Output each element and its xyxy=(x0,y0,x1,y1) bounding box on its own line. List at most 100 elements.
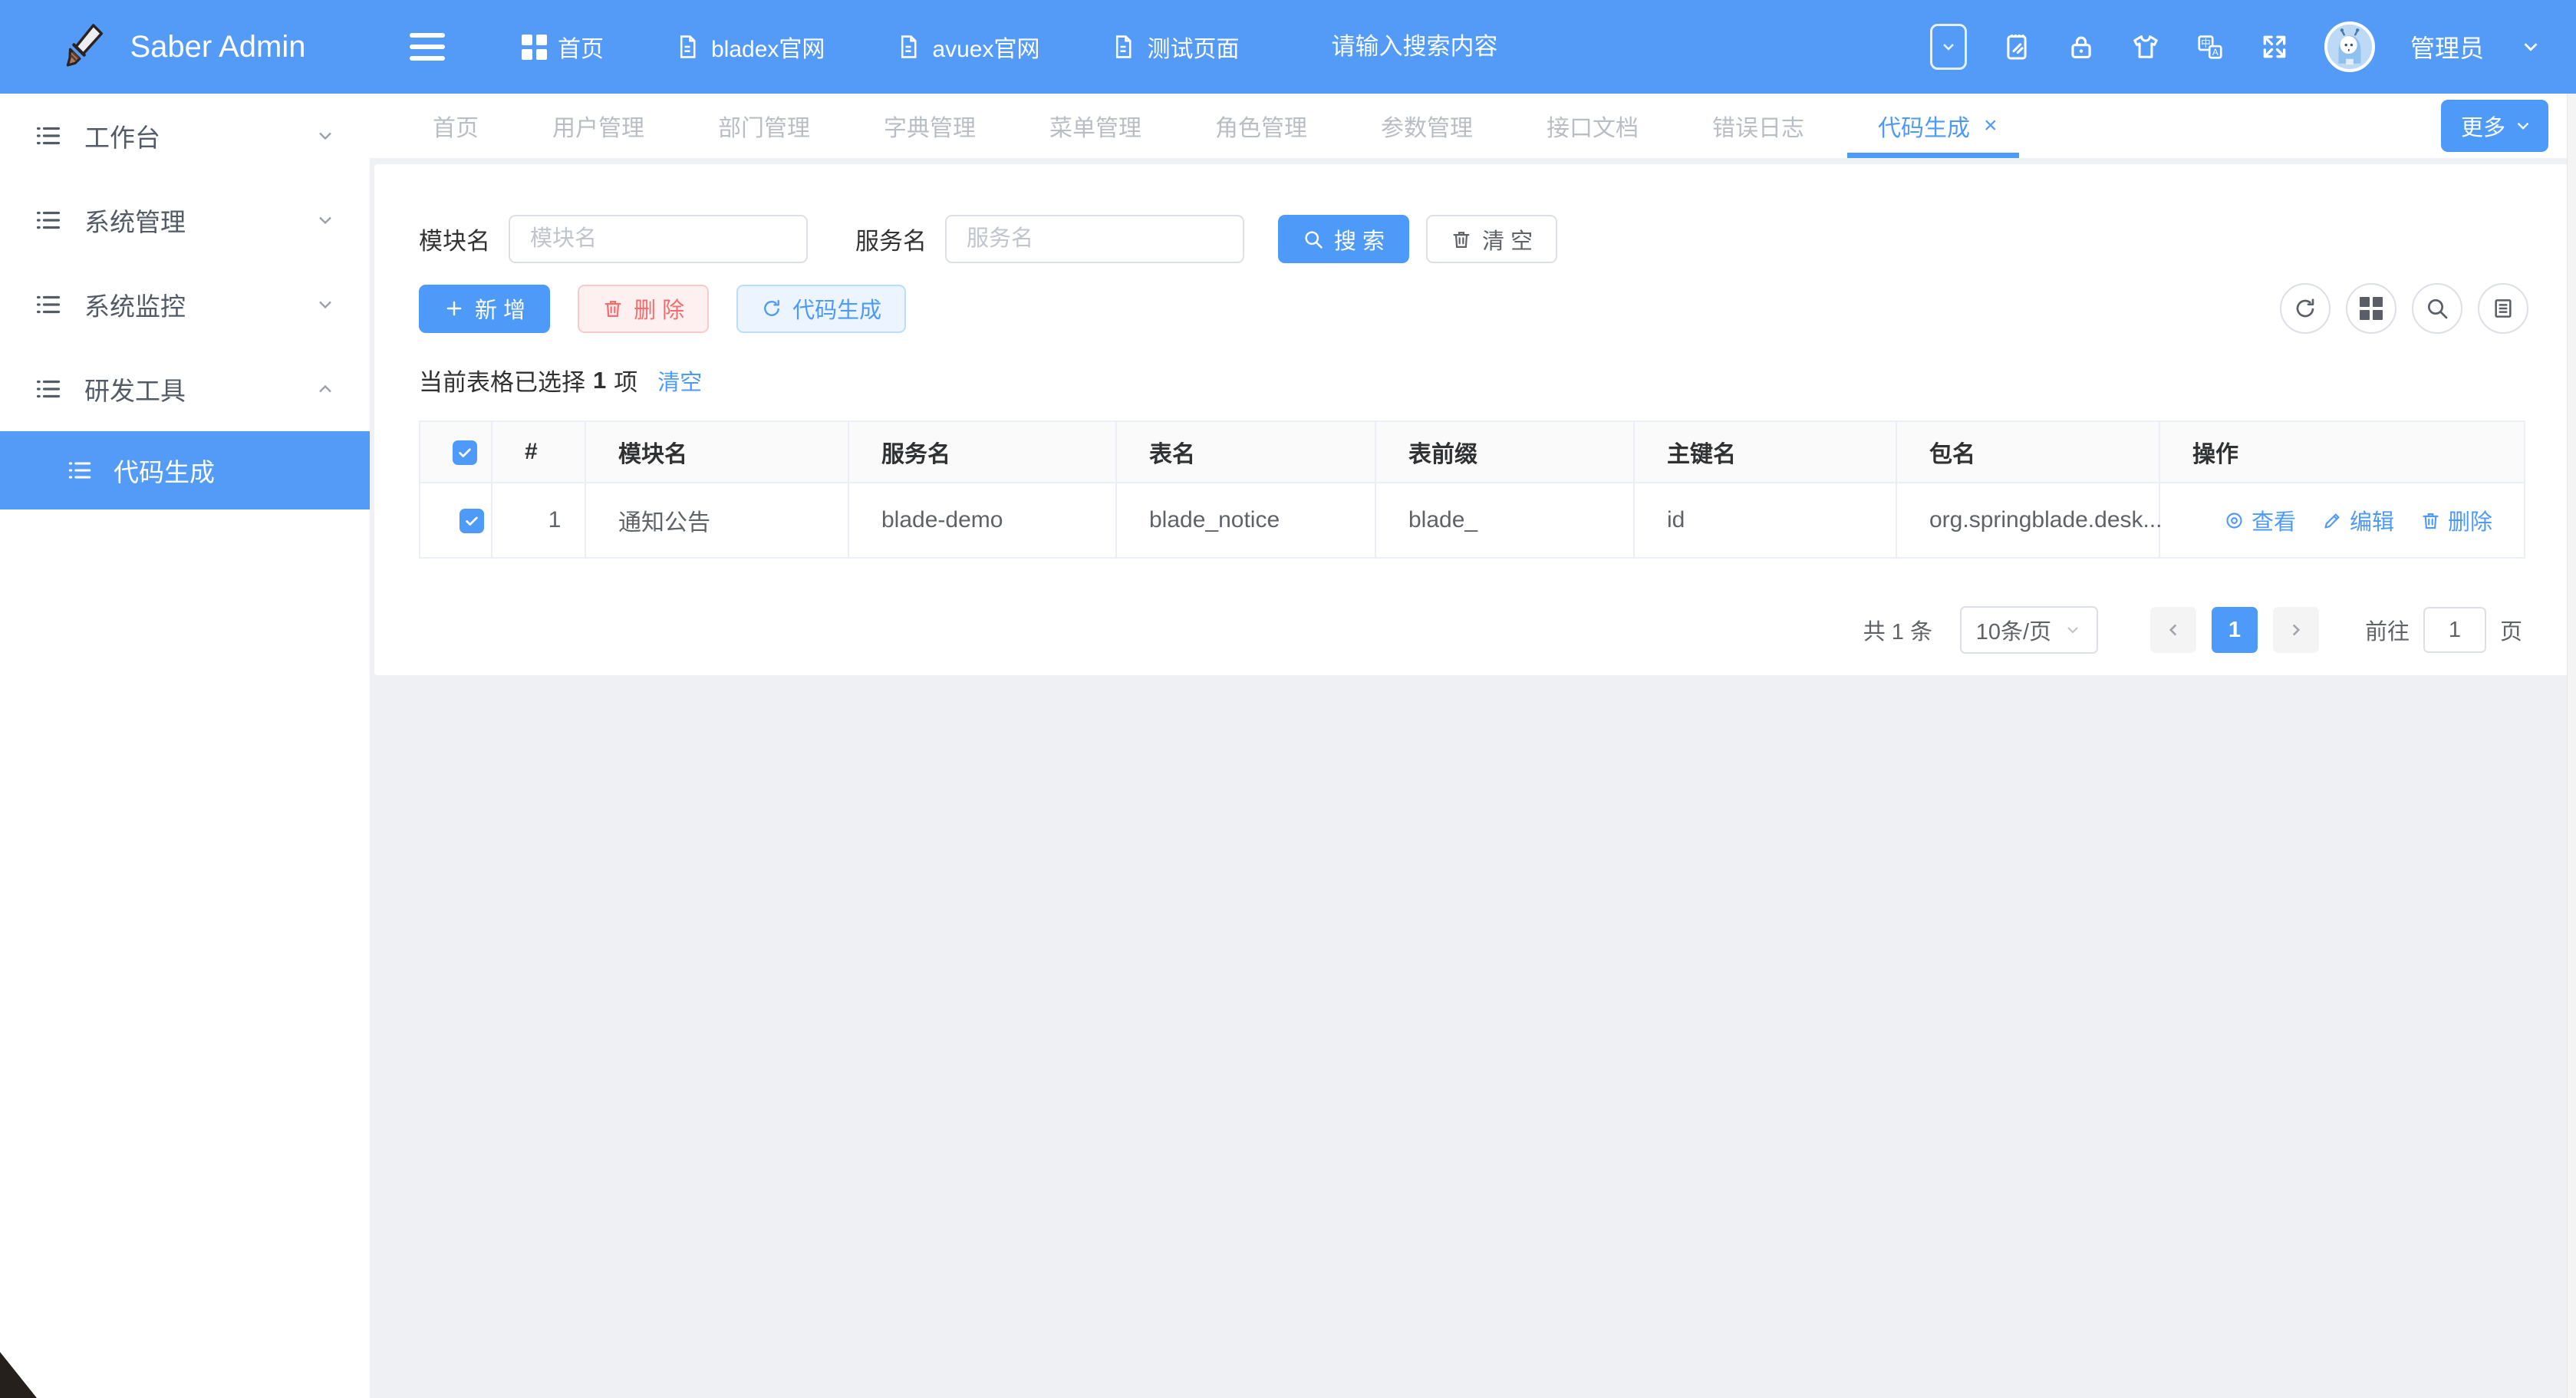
top-nav-bladex[interactable]: bladex官网 xyxy=(674,30,825,64)
chevron-down-icon xyxy=(315,294,336,315)
selection-count: 1 xyxy=(593,367,606,394)
top-nav-label: 首页 xyxy=(558,30,604,64)
tab-menu-management[interactable]: 菜单管理 xyxy=(1049,94,1141,158)
chevron-down-icon xyxy=(2064,621,2082,639)
magnifier-icon[interactable] xyxy=(2412,283,2462,334)
cell-table-name: blade_notice xyxy=(1116,483,1375,558)
collapse-dropdown-icon[interactable] xyxy=(1930,24,1967,70)
clear-button[interactable]: 清 空 xyxy=(1426,215,1557,263)
page-unit-label: 页 xyxy=(2500,614,2522,646)
chevron-right-icon xyxy=(2286,620,2306,640)
svg-text:A: A xyxy=(2212,47,2219,58)
top-nav-label: avuex官网 xyxy=(932,30,1039,64)
grid-icon xyxy=(522,35,547,60)
refresh-icon[interactable] xyxy=(2280,283,2331,334)
add-button[interactable]: 新 增 xyxy=(419,285,550,333)
edit-link[interactable]: 编辑 xyxy=(2322,504,2394,536)
chevron-down-icon xyxy=(315,125,336,147)
list-icon xyxy=(66,457,94,484)
next-page-button[interactable] xyxy=(2273,607,2319,653)
chevron-left-icon xyxy=(2163,620,2183,640)
tab-error-log[interactable]: 错误日志 xyxy=(1712,94,1804,158)
more-button[interactable]: 更多 xyxy=(2441,100,2548,152)
col-actions: 操作 xyxy=(2159,421,2525,483)
trash-icon xyxy=(1451,229,1472,250)
document-icon xyxy=(1110,34,1136,60)
tab-api-docs[interactable]: 接口文档 xyxy=(1547,94,1639,158)
cell-service-name: blade-demo xyxy=(848,483,1116,558)
module-name-label: 模块名 xyxy=(419,222,490,256)
view-icon xyxy=(2224,510,2245,531)
tab-home[interactable]: 首页 xyxy=(433,94,479,158)
sidebar-item-code-generation[interactable]: 代码生成 xyxy=(0,431,370,509)
cell-module-name: 通知公告 xyxy=(585,483,848,558)
action-row: 新 增 删 除 代码生成 xyxy=(419,283,2528,334)
scrollbar[interactable] xyxy=(2567,94,2576,1398)
clipboard-wrench-icon[interactable] xyxy=(2002,32,2031,61)
sidebar-item-system-management[interactable]: 系统管理 xyxy=(0,178,370,262)
col-module-name: 模块名 xyxy=(585,421,848,483)
clear-selection-link[interactable]: 清空 xyxy=(657,364,702,397)
col-service-name: 服务名 xyxy=(848,421,1116,483)
grid-view-icon[interactable] xyxy=(2346,283,2396,334)
service-name-label: 服务名 xyxy=(855,222,927,256)
service-name-input[interactable] xyxy=(945,215,1244,263)
sidebar-item-label: 系统管理 xyxy=(84,202,186,239)
prev-page-button[interactable] xyxy=(2150,607,2196,653)
top-actions: 中 A 管理员 xyxy=(1930,21,2542,72)
menu-toggle-icon[interactable] xyxy=(410,33,445,61)
document-icon xyxy=(674,34,700,60)
sync-icon xyxy=(761,298,782,319)
module-name-input[interactable] xyxy=(509,215,808,263)
plus-icon xyxy=(443,298,465,319)
user-avatar[interactable] xyxy=(2324,21,2375,72)
row-checkbox[interactable] xyxy=(460,509,484,533)
top-nav-home[interactable]: 首页 xyxy=(522,30,604,64)
page-size-select[interactable]: 10条/页 xyxy=(1960,606,2098,654)
goto-page-input[interactable] xyxy=(2423,607,2486,653)
chevron-up-icon xyxy=(315,378,336,400)
top-nav-test-page[interactable]: 测试页面 xyxy=(1110,30,1239,64)
pencil-icon xyxy=(2322,510,2343,531)
delete-link[interactable]: 删除 xyxy=(2420,504,2492,536)
cell-table-prefix: blade_ xyxy=(1375,483,1634,558)
content-area: 模块名 服务名 搜 索 清 空 新 增 xyxy=(370,158,2576,1398)
sidebar-item-label: 工作台 xyxy=(84,117,160,154)
global-search-input[interactable] xyxy=(1331,33,1676,61)
top-nav-avuex[interactable]: avuex官网 xyxy=(895,30,1039,64)
column-settings-icon[interactable] xyxy=(2478,283,2528,334)
chevron-down-icon xyxy=(315,209,336,231)
list-icon xyxy=(34,290,63,319)
page-number-1[interactable]: 1 xyxy=(2212,607,2258,653)
lock-icon[interactable] xyxy=(2067,32,2096,61)
col-table-prefix: 表前缀 xyxy=(1375,421,1634,483)
chevron-down-icon[interactable] xyxy=(2519,35,2542,58)
tab-dictionary-management[interactable]: 字典管理 xyxy=(884,94,976,158)
table-header-row: # 模块名 服务名 表名 表前缀 主键名 包名 操作 xyxy=(420,421,2525,483)
fullscreen-icon[interactable] xyxy=(2260,32,2289,61)
close-icon[interactable]: × xyxy=(1984,114,1998,137)
code-generate-button[interactable]: 代码生成 xyxy=(736,285,906,333)
sidebar-item-workbench[interactable]: 工作台 xyxy=(0,94,370,178)
magnifier-icon xyxy=(1303,229,1324,250)
main-area: 首页 用户管理 部门管理 字典管理 菜单管理 角色管理 参数管理 接口文档 错误… xyxy=(370,94,2576,1398)
tab-code-generation[interactable]: 代码生成 × xyxy=(1878,94,1998,158)
tshirt-icon[interactable] xyxy=(2131,32,2160,61)
tab-role-management[interactable]: 角色管理 xyxy=(1215,94,1307,158)
tab-parameter-management[interactable]: 参数管理 xyxy=(1381,94,1473,158)
tab-user-management[interactable]: 用户管理 xyxy=(552,94,644,158)
user-name[interactable]: 管理员 xyxy=(2410,29,2484,64)
list-icon xyxy=(34,206,63,235)
trash-icon xyxy=(602,298,624,319)
view-link[interactable]: 查看 xyxy=(2224,504,2296,536)
sidebar-item-dev-tools[interactable]: 研发工具 xyxy=(0,347,370,431)
delete-button[interactable]: 删 除 xyxy=(578,285,709,333)
cell-package-name: org.springblade.desk... xyxy=(1896,483,2159,558)
sidebar-item-label: 研发工具 xyxy=(84,371,186,407)
search-button[interactable]: 搜 索 xyxy=(1278,215,1409,263)
translate-icon[interactable]: 中 A xyxy=(2196,32,2225,61)
goto-label: 前往 xyxy=(2365,614,2410,646)
tab-department-management[interactable]: 部门管理 xyxy=(718,94,810,158)
sidebar-item-system-monitor[interactable]: 系统监控 xyxy=(0,262,370,347)
select-all-checkbox[interactable] xyxy=(453,440,477,465)
